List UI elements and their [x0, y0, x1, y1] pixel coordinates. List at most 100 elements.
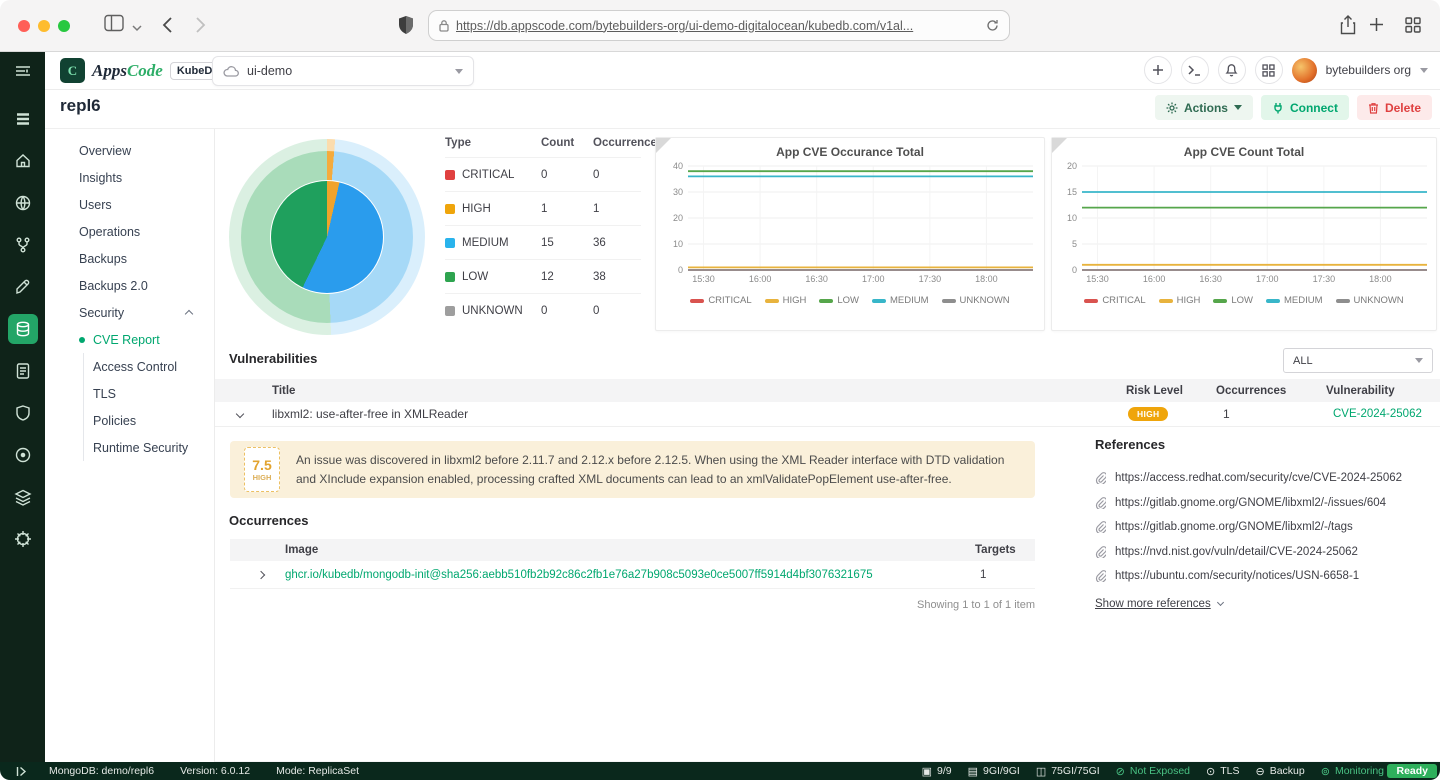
link-icon — [1095, 570, 1106, 582]
sidebar-item-users[interactable]: Users — [45, 191, 214, 218]
severity-swatch — [445, 170, 455, 180]
legend-item-critical[interactable]: CRITICAL — [1084, 295, 1145, 306]
namespace-value: ui-demo — [247, 64, 292, 78]
helm-icon[interactable] — [8, 524, 38, 554]
brand[interactable]: C AppsCode KubeDB — [60, 58, 227, 83]
actions-button[interactable]: Actions — [1155, 95, 1253, 120]
report-icon[interactable] — [8, 356, 38, 386]
chevron-down-icon[interactable] — [132, 19, 142, 37]
chevron-right-icon[interactable] — [257, 570, 265, 578]
branch-icon[interactable] — [8, 230, 38, 260]
close-window-button[interactable] — [18, 20, 30, 32]
col-vulnerability: Vulnerability — [1326, 385, 1395, 397]
rocket-icon[interactable] — [8, 272, 38, 302]
target-icon[interactable] — [8, 440, 38, 470]
main-content: Type Count Occurrence CRITICAL00HIGH11ME… — [215, 129, 1440, 762]
sidebar-item-backups[interactable]: Backups — [45, 245, 214, 272]
create-button[interactable] — [1144, 56, 1172, 84]
status-label: 9GI/9GI — [983, 765, 1020, 777]
sidebar-collapse-button[interactable] — [0, 52, 45, 90]
reference-link[interactable]: https://ubuntu.com/security/notices/USN-… — [1095, 564, 1440, 589]
sidebar-item-security[interactable]: Security — [45, 299, 214, 326]
occurrence-row[interactable]: ghcr.io/kubedb/mongodb-init@sha256:aebb5… — [230, 561, 1035, 589]
avatar[interactable] — [1292, 58, 1317, 83]
legend-item-high[interactable]: HIGH — [765, 295, 807, 306]
zoom-window-button[interactable] — [58, 20, 70, 32]
legend-swatch — [1266, 299, 1280, 303]
new-tab-icon[interactable] — [1369, 17, 1384, 37]
sidebar-item-policies[interactable]: Policies — [45, 407, 214, 434]
back-icon[interactable] — [162, 17, 172, 38]
reload-icon[interactable] — [986, 19, 999, 32]
chart-card-count: App CVE Count Total 0510152015:3016:0016… — [1051, 137, 1437, 331]
terminal-button[interactable] — [1181, 56, 1209, 84]
brand-name-right: Code — [127, 61, 163, 80]
status-label: Backup — [1270, 765, 1305, 777]
minimize-window-button[interactable] — [38, 20, 50, 32]
svg-text:18:00: 18:00 — [1369, 274, 1392, 284]
sidebar-item-cve-report[interactable]: CVE Report — [45, 326, 214, 353]
vulnerability-row[interactable]: libxml2: use-after-free in XMLReader HIG… — [215, 402, 1440, 427]
cluster-icon[interactable] — [8, 188, 38, 218]
svg-text:17:00: 17:00 — [1256, 274, 1279, 284]
chevron-down-icon — [1415, 358, 1423, 363]
image-link[interactable]: ghcr.io/kubedb/mongodb-init@sha256:aebb5… — [285, 569, 873, 581]
svg-text:16:00: 16:00 — [1143, 274, 1166, 284]
legend-item-medium[interactable]: MEDIUM — [1266, 295, 1323, 306]
legend-item-unknown[interactable]: UNKNOWN — [942, 295, 1010, 306]
notifications-button[interactable] — [1218, 56, 1246, 84]
database-icon[interactable] — [8, 314, 38, 344]
reference-link[interactable]: https://nvd.nist.gov/vuln/detail/CVE-202… — [1095, 540, 1440, 565]
severity-label: MEDIUM — [462, 237, 509, 249]
reference-link[interactable]: https://access.redhat.com/security/cve/C… — [1095, 466, 1440, 491]
org-name[interactable]: bytebuilders org — [1326, 63, 1411, 77]
url-bar[interactable]: https://db.appscode.com/bytebuilders-org… — [428, 10, 1010, 41]
severity-swatch — [445, 306, 455, 316]
expand-panel-icon[interactable] — [16, 766, 27, 777]
tab-overview-icon[interactable] — [1405, 17, 1421, 38]
share-icon[interactable] — [1340, 15, 1356, 40]
sidebar-item-access-control[interactable]: Access Control — [45, 353, 214, 380]
stack-icon[interactable] — [8, 104, 38, 134]
apps-grid-button[interactable] — [1255, 56, 1283, 84]
reference-url[interactable]: https://access.redhat.com/security/cve/C… — [1115, 472, 1402, 484]
status-item-storage: ◫75GI/75GI — [1036, 765, 1100, 778]
layers-icon[interactable] — [8, 482, 38, 512]
severity-label: UNKNOWN — [462, 305, 523, 317]
legend-item-medium[interactable]: MEDIUM — [872, 295, 929, 306]
reference-url[interactable]: https://gitlab.gnome.org/GNOME/libxml2/-… — [1115, 497, 1386, 509]
reference-url[interactable]: https://ubuntu.com/security/notices/USN-… — [1115, 570, 1359, 582]
actions-label: Actions — [1184, 101, 1228, 115]
sidebar-item-tls[interactable]: TLS — [45, 380, 214, 407]
legend-item-low[interactable]: LOW — [819, 295, 859, 306]
plug-icon — [1272, 102, 1284, 114]
reference-link[interactable]: https://gitlab.gnome.org/GNOME/libxml2/-… — [1095, 491, 1440, 516]
legend-item-high[interactable]: HIGH — [1159, 295, 1201, 306]
delete-button[interactable]: Delete — [1357, 95, 1432, 120]
reference-link[interactable]: https://gitlab.gnome.org/GNOME/libxml2/-… — [1095, 515, 1440, 540]
legend-item-unknown[interactable]: UNKNOWN — [1336, 295, 1404, 306]
reference-url[interactable]: https://nvd.nist.gov/vuln/detail/CVE-202… — [1115, 546, 1358, 558]
sidebar-toggle-icon[interactable] — [104, 14, 124, 37]
sidebar-item-insights[interactable]: Insights — [45, 164, 214, 191]
chevron-down-icon[interactable] — [236, 410, 244, 418]
shield-icon[interactable] — [8, 398, 38, 428]
sidebar-item-overview[interactable]: Overview — [45, 137, 214, 164]
legend-item-critical[interactable]: CRITICAL — [690, 295, 751, 306]
cve-link[interactable]: CVE-2024-25062 — [1333, 408, 1422, 420]
namespace-select[interactable]: ui-demo — [212, 56, 474, 86]
reference-url[interactable]: https://gitlab.gnome.org/GNOME/libxml2/-… — [1115, 521, 1353, 533]
sidebar-item-operations[interactable]: Operations — [45, 218, 214, 245]
show-more-references-link[interactable]: Show more references — [1095, 598, 1440, 610]
forward-icon[interactable] — [196, 17, 206, 38]
shield-icon[interactable] — [398, 15, 414, 40]
legend-item-low[interactable]: LOW — [1213, 295, 1253, 306]
sidebar-item-backups-2-0[interactable]: Backups 2.0 — [45, 272, 214, 299]
connect-button[interactable]: Connect — [1261, 95, 1349, 120]
panel-info-corner-icon[interactable] — [656, 138, 671, 153]
home-icon[interactable] — [8, 146, 38, 176]
panel-info-corner-icon[interactable] — [1052, 138, 1067, 153]
severity-filter-select[interactable]: ALL — [1283, 348, 1433, 373]
severity-count: 12 — [541, 271, 593, 283]
sidebar-item-runtime-security[interactable]: Runtime Security — [45, 434, 214, 461]
